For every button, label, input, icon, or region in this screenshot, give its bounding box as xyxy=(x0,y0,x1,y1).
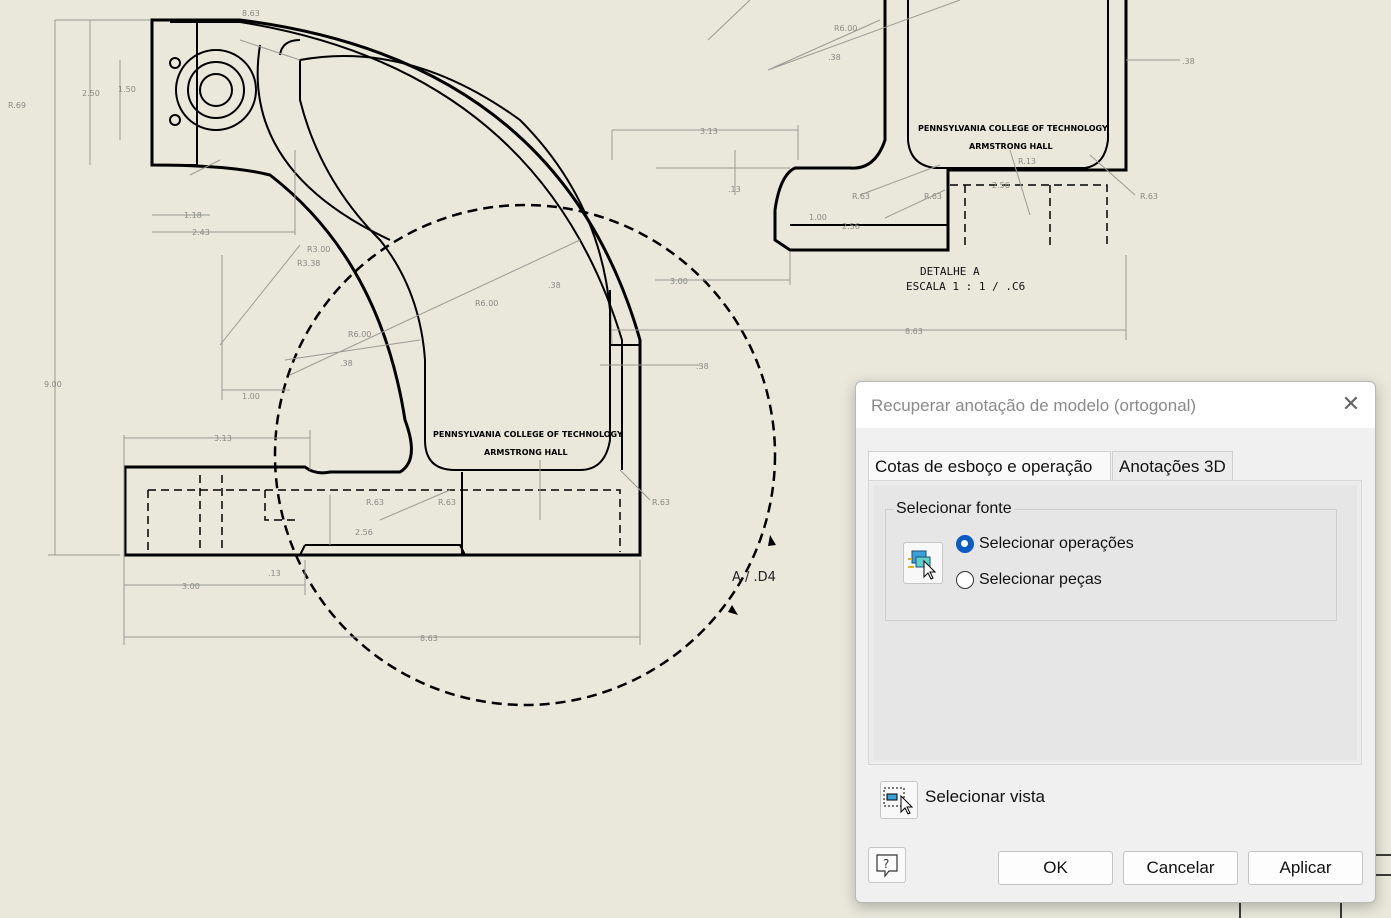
detail-view xyxy=(609,0,1180,346)
dim-text: .38 xyxy=(340,359,353,368)
dim-text: .13 xyxy=(728,185,741,194)
dim-text: R6.00 xyxy=(475,299,498,308)
dim-text: 2.43 xyxy=(192,228,210,237)
main-view xyxy=(48,18,777,707)
dim-text: R.63 xyxy=(652,498,670,507)
dim-text: R.63 xyxy=(852,192,870,201)
plate-text-detail: PENNSYLVANIA COLLEGE OF TECHNOLOGY xyxy=(918,124,1108,133)
dim-text: .38 xyxy=(1182,57,1195,66)
plate-subtext-detail: ARMSTRONG HALL xyxy=(969,142,1053,151)
dim-text: 1.00 xyxy=(242,392,260,401)
dialog-titlebar[interactable]: Recuperar anotação de modelo (ortogonal)… xyxy=(856,382,1375,428)
group-label: Selecionar fonte xyxy=(894,500,1014,518)
select-view-icon xyxy=(883,787,914,815)
dim-text: 2.56 xyxy=(842,222,860,231)
dim-text: 8.63 xyxy=(420,634,438,643)
radio-select-parts[interactable] xyxy=(956,571,974,589)
dim-text: R.13 xyxy=(1018,157,1036,166)
tab-sketch-feature-dims[interactable]: Cotas de esboço e operação xyxy=(868,451,1111,481)
select-source-button[interactable] xyxy=(903,542,943,584)
dim-text: R.63 xyxy=(438,498,456,507)
option-label: Selecionar peças xyxy=(979,571,1102,588)
tab-3d-annotations[interactable]: Anotações 3D xyxy=(1112,451,1233,481)
dim-text: R3.00 xyxy=(307,245,330,254)
apply-button[interactable]: Aplicar xyxy=(1248,851,1363,885)
tab-panel-content: Selecionar fonte Selecionar operações Se… xyxy=(873,485,1357,760)
radio-select-features[interactable] xyxy=(956,535,974,553)
dim-text: 1.50 xyxy=(118,85,136,94)
retrieve-annotation-dialog[interactable]: Recuperar anotação de modelo (ortogonal)… xyxy=(855,381,1376,903)
option-label: Selecionar operações xyxy=(979,535,1134,552)
dim-text: 2.56 xyxy=(992,181,1010,190)
dim-text: 3.13 xyxy=(214,434,232,443)
dim-text: .38 xyxy=(548,281,561,290)
dim-text: 3.00 xyxy=(670,277,688,286)
dim-text: .38 xyxy=(828,53,841,62)
dim-text: 1.18 xyxy=(184,211,202,220)
plate-text-main: PENNSYLVANIA COLLEGE OF TECHNOLOGY xyxy=(433,430,623,439)
plate-subtext-main: ARMSTRONG HALL xyxy=(484,448,568,457)
help-icon: ? xyxy=(876,854,898,878)
help-button[interactable]: ? xyxy=(868,847,906,883)
close-icon[interactable]: ✕ xyxy=(1341,393,1361,415)
dim-text: R.63 xyxy=(1140,192,1158,201)
dim-text: 3.13 xyxy=(700,127,718,136)
dim-text: 3.00 xyxy=(182,582,200,591)
dim-text: R3.38 xyxy=(297,259,320,268)
option-select-features[interactable]: Selecionar operações xyxy=(956,532,1134,556)
dim-text: R.69 xyxy=(8,101,26,110)
dim-text: 9.00 xyxy=(44,380,62,389)
dim-text: 1.00 xyxy=(809,213,827,222)
dim-text: R.63 xyxy=(366,498,384,507)
dim-text: 2.56 xyxy=(355,528,373,537)
detail-scale: ESCALA 1 : 1 / .C6 xyxy=(906,280,1025,293)
dim-text: 8.63 xyxy=(905,327,923,336)
dim-text: 2.50 xyxy=(82,89,100,98)
dim-text: .13 xyxy=(268,569,281,578)
dim-text: 8.63 xyxy=(242,9,260,18)
detail-title: DETALHE A xyxy=(920,265,980,278)
tab-panel: Selecionar fonte Selecionar operações Se… xyxy=(868,480,1362,765)
dim-text: R6.00 xyxy=(834,24,857,33)
dim-text: .38 xyxy=(696,362,709,371)
dim-text: R6.00 xyxy=(348,330,371,339)
select-view-label: Selecionar vista xyxy=(925,787,1046,806)
dim-text: R.63 xyxy=(924,192,942,201)
cancel-button[interactable]: Cancelar xyxy=(1123,851,1238,885)
select-source-group: Selecionar fonte Selecionar operações Se… xyxy=(885,500,1337,621)
dialog-title: Recuperar anotação de modelo (ortogonal) xyxy=(871,396,1197,415)
detail-callout[interactable]: A / .D4 xyxy=(732,570,776,585)
select-view-button[interactable] xyxy=(880,781,918,819)
svg-text:?: ? xyxy=(883,857,889,871)
select-features-icon xyxy=(908,550,937,580)
option-select-parts[interactable]: Selecionar peças xyxy=(956,568,1102,592)
ok-button[interactable]: OK xyxy=(998,851,1113,885)
